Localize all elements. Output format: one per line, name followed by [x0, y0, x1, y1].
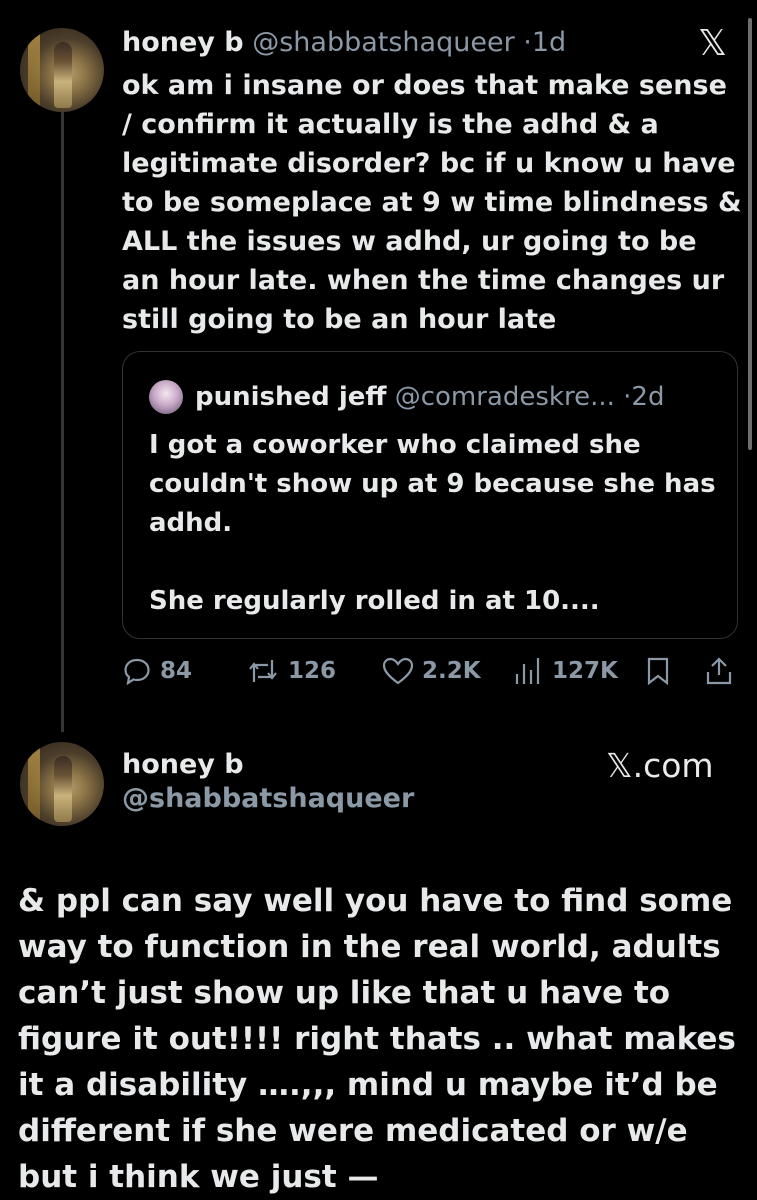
tweet-text: ok am i insane or does that make sense /… — [122, 70, 742, 335]
x-logo-icon[interactable]: 𝕏 — [698, 26, 727, 62]
avatar[interactable] — [20, 742, 104, 826]
avatar-figure — [54, 756, 72, 822]
quoted-timestamp: 2d — [631, 382, 665, 412]
quoted-display-name: punished jeff — [195, 382, 387, 412]
reply-count: 84 — [160, 658, 193, 684]
action-bar: 84 126 2.2K 127K — [0, 656, 757, 696]
share-button[interactable] — [705, 656, 733, 686]
share-icon — [706, 657, 732, 685]
retweet-button[interactable]: 126 — [246, 656, 336, 686]
views-button[interactable]: 127K — [512, 656, 618, 686]
avatar-mirror-frame — [28, 34, 40, 106]
display-name[interactable]: honey b — [122, 27, 244, 58]
quoted-header: punished jeff @comradeskre... ·2d — [195, 380, 664, 414]
display-name[interactable]: honey b — [122, 748, 414, 782]
like-count: 2.2K — [422, 658, 481, 684]
handle[interactable]: @shabbatshaqueer — [252, 27, 514, 58]
views-icon — [515, 658, 540, 684]
separator-dot: · — [523, 27, 532, 58]
timestamp[interactable]: 1d — [532, 27, 566, 58]
reply-text: & ppl can say well you have to find some… — [18, 883, 736, 1195]
like-button[interactable]: 2.2K — [382, 656, 481, 686]
reply-icon — [124, 658, 150, 686]
heart-icon — [382, 657, 414, 685]
reply-button[interactable]: 84 — [122, 656, 192, 686]
avatar-mirror-frame — [28, 748, 40, 820]
quoted-text: I got a coworker who claimed she couldn'… — [149, 430, 716, 616]
bookmark-button[interactable] — [645, 656, 671, 686]
reply-header: honey b @shabbatshaqueer — [122, 748, 414, 816]
quoted-handle: @comradeskre... — [394, 382, 615, 412]
retweet-icon — [249, 660, 277, 682]
quoted-tweet[interactable]: punished jeff @comradeskre... ·2d I got … — [122, 351, 738, 639]
scrollbar[interactable] — [748, 18, 752, 450]
views-count: 127K — [552, 658, 618, 684]
thread-line — [61, 100, 64, 732]
quoted-avatar[interactable] — [149, 380, 183, 414]
avatar[interactable] — [20, 28, 104, 112]
avatar-figure — [54, 42, 72, 108]
handle[interactable]: @shabbatshaqueer — [122, 782, 414, 816]
x-com-brand: 𝕏.com — [606, 746, 714, 785]
retweet-count: 126 — [288, 658, 337, 684]
tweet-header: honey b @shabbatshaqueer ·1d — [122, 26, 566, 60]
bookmark-icon — [647, 657, 669, 686]
